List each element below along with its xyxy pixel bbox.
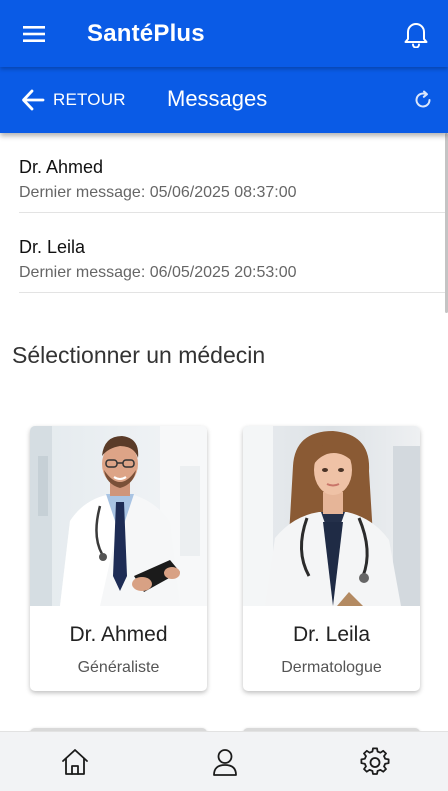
home-icon xyxy=(62,749,88,775)
app-bar: SantéPlus xyxy=(0,0,448,67)
conversation-name: Dr. Leila xyxy=(19,237,86,257)
refresh-button[interactable] xyxy=(412,89,434,111)
user-icon xyxy=(213,749,237,776)
gear-icon xyxy=(360,747,390,775)
conversation-item-leila[interactable]: Dr. Leila Dernier message: 06/05/2025 20… xyxy=(19,213,448,293)
nav-profile-button[interactable] xyxy=(195,732,255,791)
doctor-card-leila[interactable]: Dr. Leila Dermatologue xyxy=(243,426,420,691)
conversation-name: Dr. Ahmed xyxy=(19,157,104,177)
back-button-label: RETOUR xyxy=(53,90,126,109)
doctor-specialty: Généraliste xyxy=(77,659,160,676)
arrow-left-icon xyxy=(22,89,45,111)
doctor-photo xyxy=(243,426,420,606)
doctor-specialty: Dermatologue xyxy=(281,659,382,676)
bottom-navigation xyxy=(0,731,448,791)
app-title: SantéPlus xyxy=(87,19,205,47)
doctor-name: Dr. Leila xyxy=(292,623,371,646)
doctor-name: Dr. Ahmed xyxy=(69,623,168,646)
nav-home-button[interactable] xyxy=(45,732,105,791)
conversation-item-ahmed[interactable]: Dr. Ahmed Dernier message: 05/06/2025 08… xyxy=(19,133,448,213)
bell-icon xyxy=(404,23,428,48)
conversation-last-message: Dernier message: 06/05/2025 20:53:00 xyxy=(19,264,297,281)
page-title: Messages xyxy=(167,86,268,111)
notifications-button[interactable] xyxy=(400,18,432,50)
main-content[interactable]: Dr. Ahmed Dernier message: 05/06/2025 08… xyxy=(0,133,448,731)
nav-settings-button[interactable] xyxy=(345,732,405,791)
page-header: RETOUR Messages xyxy=(0,67,448,133)
hamburger-menu-icon xyxy=(23,25,45,42)
doctor-card-ahmed[interactable]: Dr. Ahmed Généraliste xyxy=(30,426,207,691)
menu-button[interactable] xyxy=(0,0,68,67)
back-button[interactable]: RETOUR xyxy=(0,80,126,120)
conversation-list: Dr. Ahmed Dernier message: 05/06/2025 08… xyxy=(19,133,448,293)
refresh-icon xyxy=(415,90,431,108)
doctor-photo xyxy=(30,426,207,606)
conversation-last-message: Dernier message: 05/06/2025 08:37:00 xyxy=(19,184,297,201)
section-title: Sélectionner un médecin xyxy=(12,342,266,368)
